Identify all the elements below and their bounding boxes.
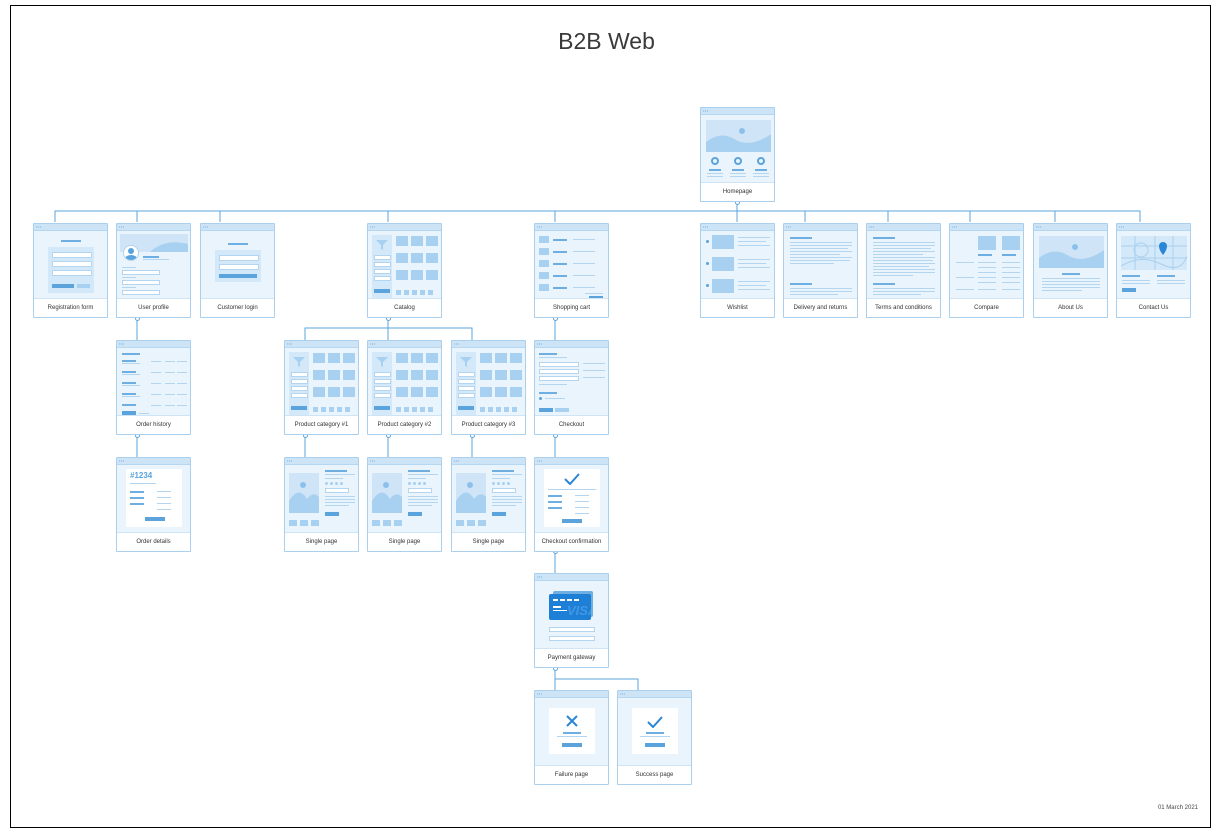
page-card-compare[interactable]: ••• Compare bbox=[949, 223, 1024, 318]
filter-icon bbox=[460, 357, 472, 367]
page-label: Checkout confirmation bbox=[535, 532, 608, 551]
page-card-order-details[interactable]: ••• #1234 Order details bbox=[116, 457, 191, 552]
page-card-single-page-2[interactable]: ••• Single page bbox=[367, 457, 442, 552]
page-card-registration-form[interactable]: ••• Registration form bbox=[33, 223, 108, 318]
page-label: Product category #3 bbox=[452, 415, 525, 434]
page-card-catalog[interactable]: ••• Catalog bbox=[367, 223, 442, 318]
feature-icon bbox=[734, 157, 742, 165]
x-icon bbox=[566, 715, 578, 727]
page-label: Success page bbox=[618, 765, 691, 784]
page-card-success-page[interactable]: ••• Success page bbox=[617, 690, 692, 785]
page-label: Customer login bbox=[201, 298, 274, 317]
hero-image-icon bbox=[706, 128, 771, 152]
credit-card-icon: VISA bbox=[549, 594, 591, 620]
page-label: Single page bbox=[452, 532, 525, 551]
page-card-product-category-1[interactable]: ••• Product category #1 bbox=[284, 340, 359, 435]
page-card-order-history[interactable]: ••• Order history bbox=[116, 340, 191, 435]
page-card-single-page-1[interactable]: ••• Single page bbox=[284, 457, 359, 552]
page-label: Shopping cart bbox=[535, 298, 608, 317]
page-label: Product category #2 bbox=[368, 415, 441, 434]
page-label: Order details bbox=[117, 532, 190, 551]
product-image-icon bbox=[289, 473, 319, 513]
filter-icon bbox=[376, 240, 388, 250]
hero-image-icon bbox=[1039, 244, 1104, 268]
page-label: User profile bbox=[117, 298, 190, 317]
page-label: Wishlist bbox=[701, 298, 774, 317]
page-card-about-us[interactable]: ••• About Us bbox=[1033, 223, 1108, 318]
page-card-contact-us[interactable]: ••• Contact Us bbox=[1116, 223, 1191, 318]
page-label: Product category #1 bbox=[285, 415, 358, 434]
page-card-product-category-2[interactable]: ••• Product category #2 bbox=[367, 340, 442, 435]
filter-icon bbox=[376, 357, 388, 367]
page-card-customer-login[interactable]: ••• Customer login bbox=[200, 223, 275, 318]
page-card-product-category-3[interactable]: ••• Product category #3 bbox=[451, 340, 526, 435]
order-number: #1234 bbox=[130, 471, 153, 480]
page-label: Terms and conditions bbox=[867, 298, 940, 317]
filter-icon bbox=[293, 357, 305, 367]
page-card-failure-page[interactable]: ••• Failure page bbox=[534, 690, 609, 785]
page-label: Homepage bbox=[701, 182, 774, 201]
page-label: Compare bbox=[950, 298, 1023, 317]
page-label: About Us bbox=[1034, 298, 1107, 317]
page-label: Payment gateway bbox=[535, 648, 608, 667]
page-label: Failure page bbox=[535, 765, 608, 784]
page-card-terms-conditions[interactable]: ••• Terms and conditions bbox=[866, 223, 941, 318]
page-card-single-page-3[interactable]: ••• Single page bbox=[451, 457, 526, 552]
page-card-wishlist[interactable]: ••• Wishlist bbox=[700, 223, 775, 318]
card-brand: VISA bbox=[567, 603, 591, 618]
page-card-delivery-returns[interactable]: ••• Delivery and returns bbox=[783, 223, 858, 318]
page-card-homepage[interactable]: ••• Homepage bbox=[700, 107, 775, 202]
avatar-icon bbox=[123, 245, 139, 261]
page-label: Single page bbox=[368, 532, 441, 551]
product-image-icon bbox=[456, 473, 486, 513]
product-image-icon bbox=[372, 473, 402, 513]
page-label: Single page bbox=[285, 532, 358, 551]
checkmark-icon bbox=[647, 716, 663, 728]
page-card-payment-gateway[interactable]: ••• VISA Payment gateway bbox=[534, 573, 609, 668]
page-label: Contact Us bbox=[1117, 298, 1190, 317]
page-card-checkout-confirmation[interactable]: ••• Checkout confirmation bbox=[534, 457, 609, 552]
feature-icon bbox=[711, 157, 719, 165]
page-label: Delivery and returns bbox=[784, 298, 857, 317]
page-card-user-profile[interactable]: ••• User profile bbox=[116, 223, 191, 318]
checkmark-icon bbox=[564, 473, 580, 485]
map-icon bbox=[1121, 236, 1187, 270]
page-card-shopping-cart[interactable]: ••• Shopping cart bbox=[534, 223, 609, 318]
feature-icon bbox=[757, 157, 765, 165]
date-label: 01 March 2021 bbox=[1157, 805, 1198, 811]
page-card-checkout[interactable]: ••• Checkout bbox=[534, 340, 609, 435]
page-label: Checkout bbox=[535, 415, 608, 434]
page-label: Registration form bbox=[34, 298, 107, 317]
page-label: Order history bbox=[117, 415, 190, 434]
page-label: Catalog bbox=[368, 298, 441, 317]
